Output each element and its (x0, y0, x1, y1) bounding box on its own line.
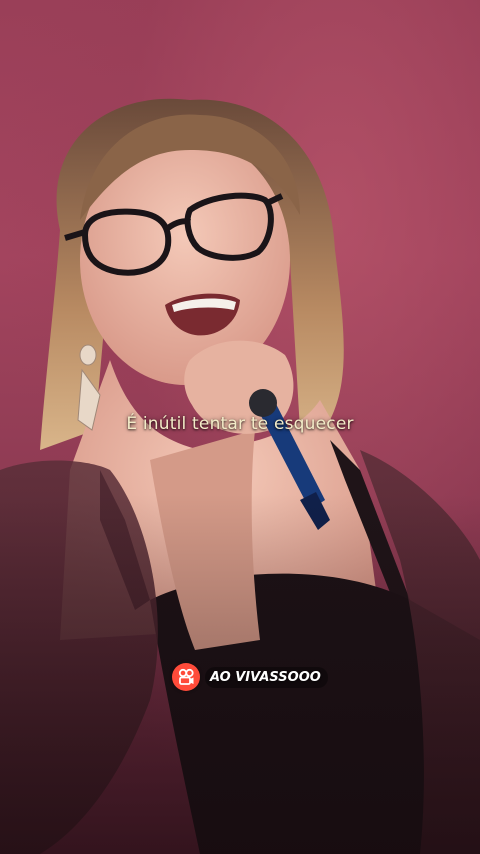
video-frame[interactable]: É inútil tentar te esquecer AO VIVASSOOO (0, 0, 480, 854)
kwai-logo-icon (172, 663, 200, 691)
watermark-text: AO VIVASSOOO (205, 666, 328, 688)
lyric-subtitle: É inútil tentar te esquecer (126, 414, 354, 434)
watermark: AO VIVASSOOO (172, 662, 328, 692)
